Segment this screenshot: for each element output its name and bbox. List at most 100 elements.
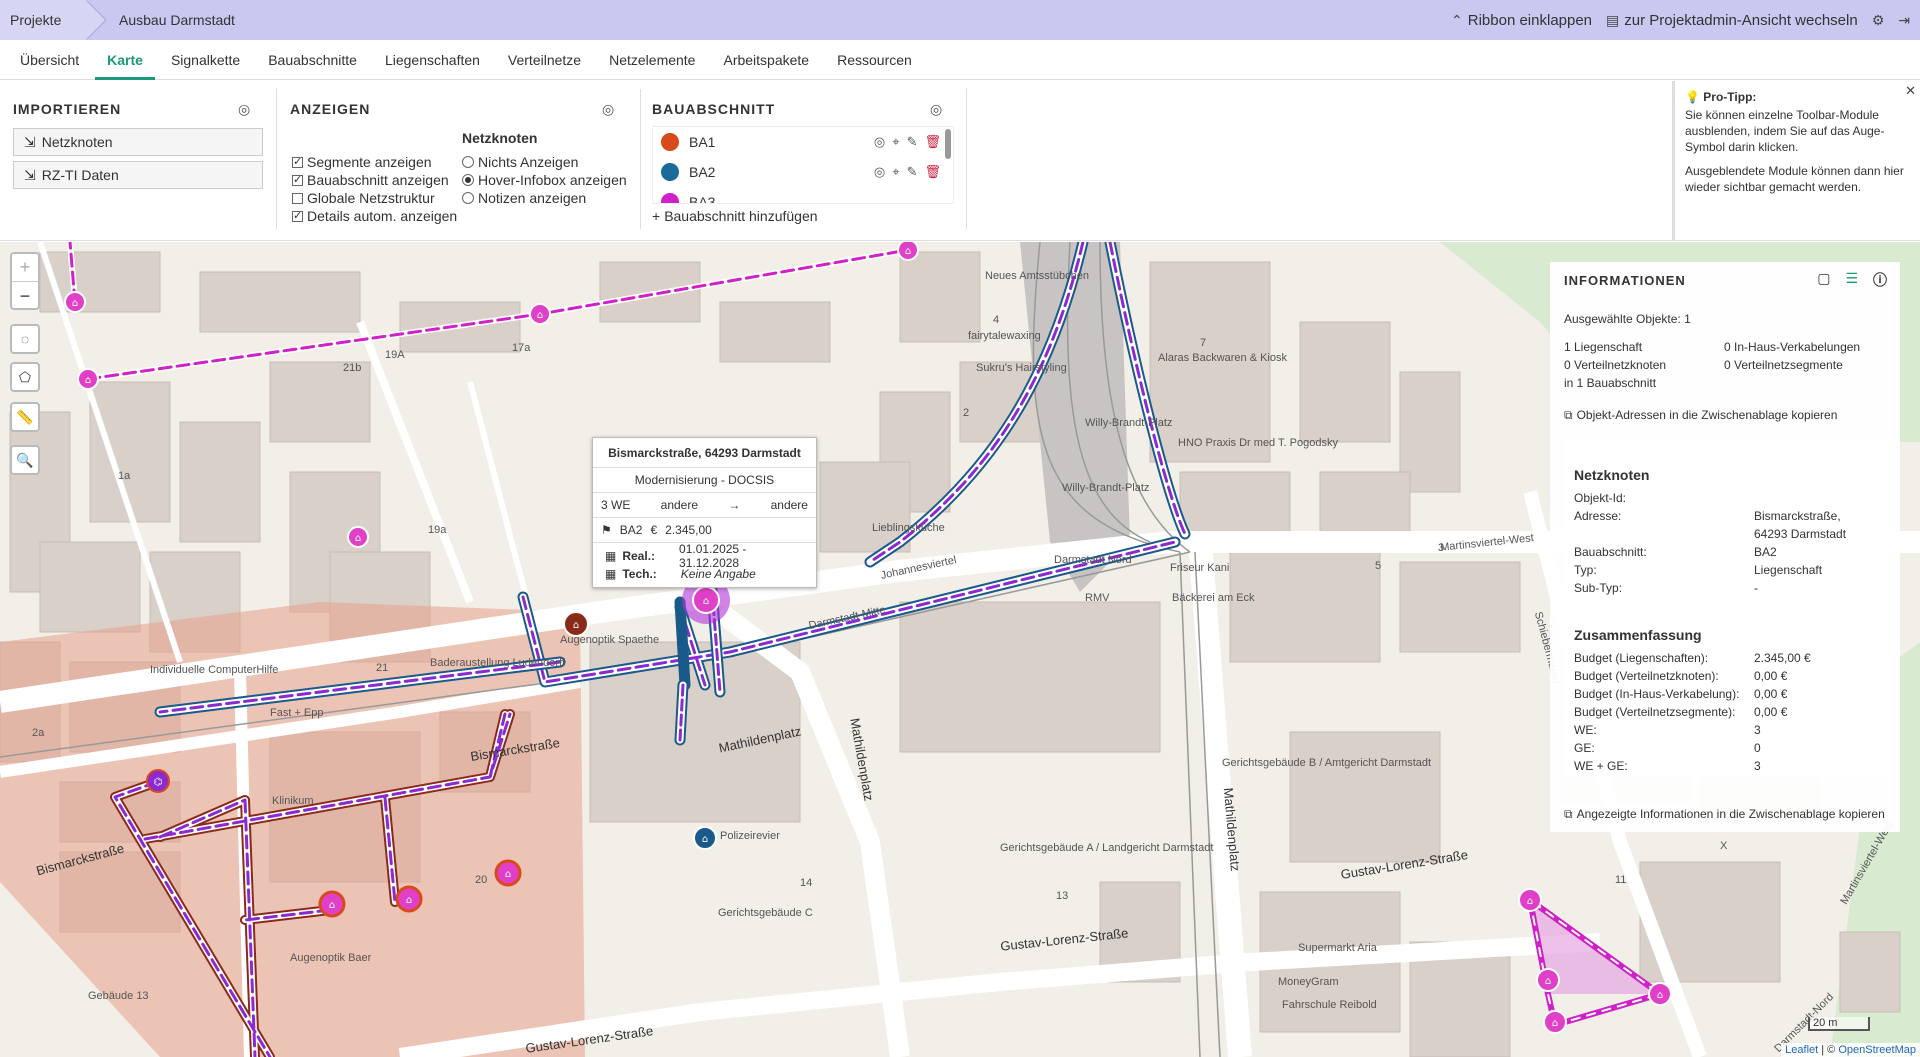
import-netzknoten-button[interactable]: ⇲ Netzknoten [13,128,263,156]
poi-label: Sukru's Hairstyling [976,362,1067,374]
popup-ba-row: ⚑ BA2 € 2.345,00 [593,518,816,543]
pencil-icon[interactable]: ✎ [907,134,918,150]
eye-off-icon[interactable]: ◎ [874,164,885,180]
house-number: 2 [963,407,970,419]
settings-icon[interactable]: ⚙ [1872,12,1885,29]
house-number: 14 [800,877,813,889]
search-icon: 🔍 [16,451,34,468]
svg-text:⌂: ⌂ [573,620,579,631]
tab-bauabschnitte[interactable]: Bauabschnitte [256,40,369,80]
netzknoten-section: Netzknoten Objekt-Id: Adresse: Bismarckst… [1574,467,1847,595]
radio-circle[interactable] [462,192,474,204]
radio-nichts[interactable]: Nichts Anzeigen [462,154,578,170]
poi-label: Gerichtsgebäude C [718,907,813,919]
checkbox-bauabschnitt[interactable]: Bauabschnitt anzeigen [292,172,449,188]
pencil-icon[interactable]: ✎ [907,164,918,180]
switch-admin-view-button[interactable]: ▤ zur Projektadmin-Ansicht wechseln [1606,12,1858,29]
zoom-out-button[interactable]: − [12,281,38,309]
checkbox-box[interactable] [292,173,303,186]
tab-uebersicht[interactable]: Übersicht [8,40,91,80]
copy-addresses-button[interactable]: ⧉ Objekt-Adressen in die Zwischenablage k… [1564,408,1837,423]
tab-signalkette[interactable]: Signalkette [159,40,252,80]
polygon-icon: ⬠ [18,368,32,385]
bauabschnitt-item-ba2[interactable]: BA2 ◎ ⌖ ✎ 🗑 [653,157,953,187]
tab-verteilnetze[interactable]: Verteilnetze [496,40,593,80]
note-icon[interactable]: ▢ [1817,270,1831,290]
import-rzti-button[interactable]: ⇲ RZ-TI Daten [13,161,263,189]
info-icon[interactable]: ⓘ [1873,270,1888,290]
scrollbar[interactable] [945,129,951,159]
leaflet-link[interactable]: Leaflet [1785,1044,1818,1056]
popup-we-row: 3 WE andere → andere [593,493,816,518]
poi-label: Fast + Epp [270,707,324,719]
poi-label: Friseur Kani [1170,562,1230,574]
eye-off-icon[interactable]: ◎ [602,101,614,118]
tab-karte[interactable]: Karte [95,40,155,80]
radio-circle[interactable] [462,174,474,186]
radio-circle[interactable] [462,156,474,168]
bauabschnitt-item-ba3[interactable]: BA3 [653,187,953,203]
radio-hover-infobox[interactable]: Hover-Infobox anzeigen [462,172,627,188]
logout-icon[interactable]: ⇥ [1898,12,1910,29]
checkbox-globale-netzstruktur[interactable]: Globale Netzstruktur [292,190,435,206]
module-bauabschnitt-title: BAUABSCHNITT [652,101,776,117]
poi-label: HNO Praxis Dr med T. Pogodsky [1178,437,1338,449]
eye-off-icon[interactable]: ◎ [874,134,885,150]
house-number: 2a [32,727,45,739]
search-button[interactable]: 🔍 [10,445,40,475]
divider [640,89,641,229]
pro-tip-text: Ausgeblendete Module können dann hier wi… [1685,164,1904,194]
module-importieren-title: IMPORTIEREN [13,101,122,117]
eye-off-icon[interactable]: ◎ [238,101,250,118]
close-icon[interactable]: ✕ [1905,83,1916,99]
pro-tip-title: 💡 Pro-Tipp: [1685,90,1757,104]
checkbox-box[interactable] [292,192,303,204]
house-number: 1a [118,470,131,482]
svg-text:⌂: ⌂ [1657,990,1663,1001]
locate-icon[interactable]: ⌖ [892,164,899,180]
trash-icon[interactable]: 🗑 [924,164,941,180]
poi-label: Baderaustellung Ludendorff [430,657,565,669]
netzknoten-heading: Netzknoten [462,130,538,146]
tab-liegenschaften[interactable]: Liegenschaften [373,40,492,80]
locate-icon[interactable]: ⌖ [892,134,899,150]
poi-label: fairytalewaxing [968,330,1041,342]
checkbox-details[interactable]: Details autom. anzeigen [292,208,457,224]
breadcrumb-projekte[interactable]: Projekte [0,0,107,40]
house-number: 11 [1615,874,1627,886]
chevrons-up-icon: ⌃ [1451,11,1463,28]
osm-link[interactable]: OpenStreetMap [1838,1044,1916,1056]
copy-info-button[interactable]: ⧉ Angezeigte Informationen in die Zwische… [1564,807,1885,822]
polygon-draw-button[interactable]: ⬠ [10,362,40,392]
tab-ressourcen[interactable]: Ressourcen [825,40,924,80]
svg-text:⌂: ⌂ [406,895,412,906]
count-verteilnetzsegmente: 0 Verteilnetzsegmente [1724,358,1843,372]
breadcrumb-project[interactable]: Ausbau Darmstadt [85,0,235,40]
collapse-ribbon-button[interactable]: ⌃ Ribbon einklappen [1451,12,1592,29]
checkbox-box[interactable] [292,209,303,222]
poi-label: Bäckerei am Eck [1172,592,1255,604]
eye-off-icon[interactable]: ◎ [930,101,942,118]
bauabschnitt-list: BA1 ◎ ⌖ ✎ 🗑 BA2 ◎ ⌖ ✎ 🗑 BA3 [652,126,954,204]
trash-icon[interactable]: 🗑 [924,134,941,150]
list-icon[interactable]: ☰ [1845,270,1859,290]
zoom-in-button[interactable]: + [20,253,31,281]
poi-label: Augenoptik Baer [290,952,372,964]
house-number: 19a [428,524,447,536]
lasso-select-button[interactable]: ◌ [10,324,40,354]
scale-bar: 20 m [1808,1017,1870,1031]
tab-arbeitspakete[interactable]: Arbeitspakete [711,40,821,80]
checkbox-box[interactable] [292,155,303,168]
tab-netzelemente[interactable]: Netzelemente [597,40,707,80]
poi-label: Augenoptik Spaethe [560,634,660,646]
checkbox-segmente[interactable]: Segmente anzeigen [292,154,432,170]
house-number: 5 [1375,560,1382,572]
import-icon: ⇲ [24,133,36,150]
svg-text:⌬: ⌬ [154,777,163,788]
bauabschnitt-item-ba1[interactable]: BA1 ◎ ⌖ ✎ 🗑 [653,127,953,157]
poi-label: Alaras Backwaren & Kiosk [1158,352,1287,364]
radio-notizen[interactable]: Notizen anzeigen [462,190,586,206]
measure-button[interactable]: 📏 [10,402,40,432]
house-number: X [1720,840,1728,852]
add-bauabschnitt-button[interactable]: + Bauabschnitt hinzufügen [652,208,818,224]
